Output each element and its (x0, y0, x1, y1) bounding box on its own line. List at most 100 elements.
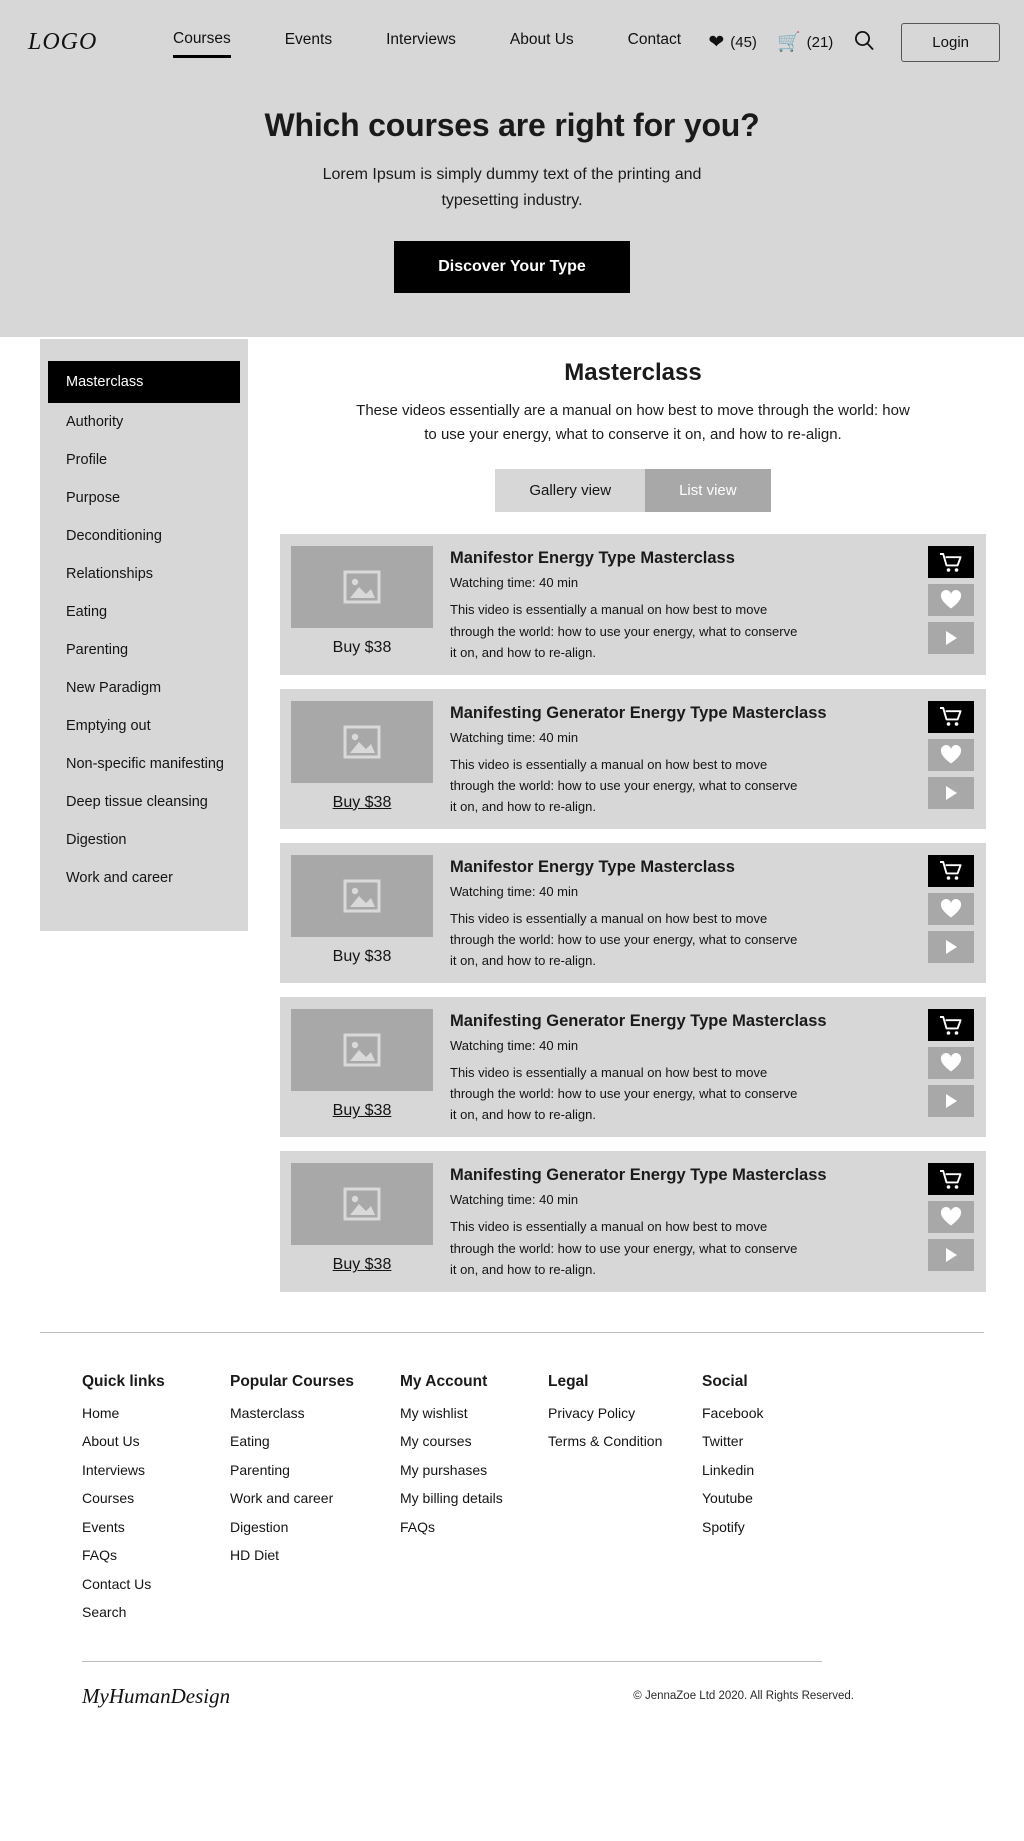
footer-link[interactable]: Work and career (230, 1490, 400, 1506)
footer-column-legal: Legal Privacy Policy Terms & Condition (548, 1373, 702, 1633)
cart-icon (939, 552, 963, 573)
course-actions (928, 1009, 986, 1125)
add-to-wishlist-button[interactable] (928, 1201, 974, 1234)
main-nav: Courses Events Interviews About Us Contact (146, 28, 708, 58)
sidebar-item-non-specific-manifesting[interactable]: Non-specific manifesting (40, 745, 248, 783)
sidebar-item-new-paradigm[interactable]: New Paradigm (40, 669, 248, 707)
buy-button[interactable]: Buy $38 (333, 1256, 392, 1274)
course-thumbnail (291, 854, 433, 937)
nav-item-interviews[interactable]: Interviews (386, 29, 456, 56)
course-actions (928, 1163, 986, 1279)
heart-icon (940, 898, 962, 919)
buy-button[interactable]: Buy $38 (333, 639, 392, 657)
add-to-cart-button[interactable] (928, 700, 974, 733)
add-to-wishlist-button[interactable] (928, 1047, 974, 1080)
footer-link[interactable]: Twitter (702, 1433, 852, 1449)
play-preview-button[interactable] (928, 776, 974, 809)
sidebar-item-work-and-career[interactable]: Work and career (40, 859, 248, 897)
footer-link[interactable]: My courses (400, 1433, 548, 1449)
sidebar-item-emptying-out[interactable]: Emptying out (40, 707, 248, 745)
course-actions (928, 854, 986, 971)
sidebar-item-deep-tissue-cleansing[interactable]: Deep tissue cleansing (40, 783, 248, 821)
course-card[interactable]: Buy $38 Manifesting Generator Energy Typ… (280, 1151, 986, 1292)
search-button[interactable] (853, 29, 875, 56)
footer-link[interactable]: Contact Us (82, 1576, 230, 1592)
buy-button[interactable]: Buy $38 (333, 1102, 392, 1120)
course-card[interactable]: Buy $38 Manifesting Generator Energy Typ… (280, 688, 986, 829)
add-to-wishlist-button[interactable] (928, 892, 974, 925)
hero-subtitle: Lorem Ipsum is simply dummy text of the … (322, 166, 702, 210)
footer-link[interactable]: Masterclass (230, 1405, 400, 1421)
play-preview-button[interactable] (928, 1239, 974, 1272)
footer-link[interactable]: Facebook (702, 1405, 852, 1421)
add-to-wishlist-button[interactable] (928, 584, 974, 617)
footer-link[interactable]: Spotify (702, 1519, 852, 1535)
footer-link[interactable]: About Us (82, 1433, 230, 1449)
nav-item-events[interactable]: Events (285, 29, 332, 56)
sidebar-item-deconditioning[interactable]: Deconditioning (40, 517, 248, 555)
list-view-tab[interactable]: List view (645, 469, 771, 513)
course-card[interactable]: Buy $38 Manifesting Generator Energy Typ… (280, 997, 986, 1138)
cart-icon (939, 1169, 963, 1190)
hero-section: Which courses are right for you? Lorem I… (0, 85, 1024, 337)
footer-link[interactable]: Interviews (82, 1462, 230, 1478)
image-placeholder-icon (342, 878, 382, 914)
footer-link[interactable]: My billing details (400, 1490, 548, 1506)
course-title: Manifesting Generator Energy Type Master… (450, 1012, 827, 1031)
sidebar-item-relationships[interactable]: Relationships (40, 555, 248, 593)
hero-title: Which courses are right for you? (264, 107, 760, 143)
add-to-cart-button[interactable] (928, 1163, 974, 1196)
footer-link[interactable]: Parenting (230, 1462, 400, 1478)
footer-logo[interactable]: MyHumanDesign (82, 1684, 230, 1709)
sidebar-item-masterclass[interactable]: Masterclass (48, 360, 240, 403)
footer-link[interactable]: Events (82, 1519, 230, 1535)
add-to-wishlist-button[interactable] (928, 738, 974, 771)
course-info: Manifesting Generator Energy Type Master… (438, 1009, 928, 1125)
sidebar-item-digestion[interactable]: Digestion (40, 821, 248, 859)
wishlist-button[interactable]: ❤ (45) (708, 33, 757, 52)
heart-icon (940, 744, 962, 765)
sidebar-item-authority[interactable]: Authority (40, 403, 248, 441)
footer-link[interactable]: FAQs (400, 1519, 548, 1535)
play-preview-button[interactable] (928, 1085, 974, 1118)
nav-item-contact[interactable]: Contact (628, 29, 681, 56)
sidebar-item-eating[interactable]: Eating (40, 593, 248, 631)
sidebar-item-profile[interactable]: Profile (40, 441, 248, 479)
buy-button[interactable]: Buy $38 (333, 948, 392, 966)
add-to-cart-button[interactable] (928, 546, 974, 579)
cart-button[interactable]: 🛒 (21) (777, 33, 833, 52)
footer-link[interactable]: FAQs (82, 1547, 230, 1563)
footer-link[interactable]: HD Diet (230, 1547, 400, 1563)
course-card[interactable]: Buy $38 Manifestor Energy Type Mastercla… (280, 534, 986, 675)
add-to-cart-button[interactable] (928, 1009, 974, 1042)
play-preview-button[interactable] (928, 622, 974, 655)
gallery-view-tab[interactable]: Gallery view (495, 469, 646, 513)
buy-button[interactable]: Buy $38 (333, 794, 392, 812)
login-button[interactable]: Login (901, 23, 1000, 62)
footer-link[interactable]: Home (82, 1405, 230, 1421)
sidebar-item-parenting[interactable]: Parenting (40, 631, 248, 669)
site-logo[interactable]: LOGO (28, 29, 146, 56)
discover-type-button[interactable]: Discover Your Type (394, 240, 630, 293)
add-to-cart-button[interactable] (928, 854, 974, 887)
footer-link[interactable]: Search (82, 1604, 230, 1620)
footer-link[interactable]: Courses (82, 1490, 230, 1506)
image-placeholder-icon (342, 1186, 382, 1222)
course-thumb-area: Buy $38 (280, 854, 438, 971)
play-preview-button[interactable] (928, 930, 974, 963)
footer-link[interactable]: My purshases (400, 1462, 548, 1478)
footer-link[interactable]: Eating (230, 1433, 400, 1449)
nav-item-courses[interactable]: Courses (173, 28, 231, 58)
course-actions (928, 700, 986, 817)
cart-icon: 🛒 (776, 32, 801, 53)
footer-link[interactable]: Youtube (702, 1490, 852, 1506)
nav-item-about-us[interactable]: About Us (510, 29, 574, 56)
course-title: Manifestor Energy Type Masterclass (450, 857, 735, 876)
course-card[interactable]: Buy $38 Manifestor Energy Type Mastercla… (280, 842, 986, 984)
footer-link[interactable]: Digestion (230, 1519, 400, 1535)
footer-link[interactable]: My wishlist (400, 1405, 548, 1421)
footer-link[interactable]: Privacy Policy (548, 1405, 702, 1421)
footer-link[interactable]: Linkedin (702, 1462, 852, 1478)
sidebar-item-purpose[interactable]: Purpose (40, 479, 248, 517)
footer-link[interactable]: Terms & Condition (548, 1433, 702, 1449)
